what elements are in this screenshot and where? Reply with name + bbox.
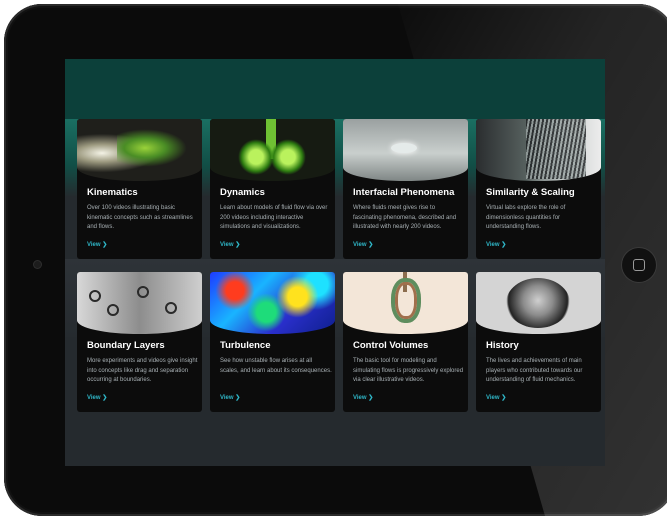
view-link[interactable]: View ❯ <box>353 394 373 401</box>
card-title: Dynamics <box>220 187 265 198</box>
view-link[interactable]: View ❯ <box>87 241 107 248</box>
view-link[interactable]: View ❯ <box>220 241 240 248</box>
card-description: Virtual labs explore the role of dimensi… <box>486 205 566 230</box>
interfacial-image <box>343 119 468 181</box>
card-turbulence[interactable]: Turbulence See how unstable flow arises … <box>210 272 335 412</box>
card-history[interactable]: History The lives and achievements of ma… <box>476 272 601 412</box>
home-button[interactable] <box>622 248 656 282</box>
dynamics-image <box>210 119 335 181</box>
home-square-icon <box>633 259 645 271</box>
card-control-volumes[interactable]: Control Volumes The basic tool for model… <box>343 272 468 412</box>
view-link[interactable]: View ❯ <box>486 394 506 401</box>
control-volumes-image <box>343 272 468 334</box>
card-kinematics[interactable]: Kinematics Over 100 videos illustrating … <box>77 119 202 259</box>
card-similarity-scaling[interactable]: Similarity & Scaling Virtual labs explor… <box>476 119 601 259</box>
card-description: Learn about models of fluid flow via ove… <box>220 205 328 230</box>
card-description: The lives and achievements of main playe… <box>486 358 583 383</box>
card-description: Over 100 videos illustrating basic kinem… <box>87 205 193 230</box>
history-image <box>476 272 601 334</box>
app-screen: Kinematics Over 100 videos illustrating … <box>65 59 605 466</box>
view-link[interactable]: View ❯ <box>486 241 506 248</box>
card-title: Kinematics <box>87 187 138 198</box>
camera-icon <box>34 261 41 268</box>
card-interfacial-phenomena[interactable]: Interfacial Phenomena Where fluids meet … <box>343 119 468 259</box>
app-header <box>65 59 605 119</box>
card-description: See how unstable flow arises at all scal… <box>220 358 332 374</box>
kinematics-image <box>77 119 202 181</box>
card-description: Where fluids meet gives rise to fascinat… <box>353 205 457 230</box>
turbulence-image <box>210 272 335 334</box>
card-title: Similarity & Scaling <box>486 187 575 198</box>
view-link[interactable]: View ❯ <box>220 394 240 401</box>
view-link[interactable]: View ❯ <box>353 241 373 248</box>
card-title: Boundary Layers <box>87 340 165 351</box>
similarity-image <box>476 119 601 181</box>
card-description: The basic tool for modeling and simulati… <box>353 358 464 383</box>
card-title: Interfacial Phenomena <box>353 187 455 198</box>
card-title: History <box>486 340 519 351</box>
card-boundary-layers[interactable]: Boundary Layers More experiments and vid… <box>77 272 202 412</box>
card-title: Turbulence <box>220 340 271 351</box>
boundary-image <box>77 272 202 334</box>
view-link[interactable]: View ❯ <box>87 394 107 401</box>
card-description: More experiments and videos give insight… <box>87 358 198 383</box>
card-dynamics[interactable]: Dynamics Learn about models of fluid flo… <box>210 119 335 259</box>
card-title: Control Volumes <box>353 340 429 351</box>
